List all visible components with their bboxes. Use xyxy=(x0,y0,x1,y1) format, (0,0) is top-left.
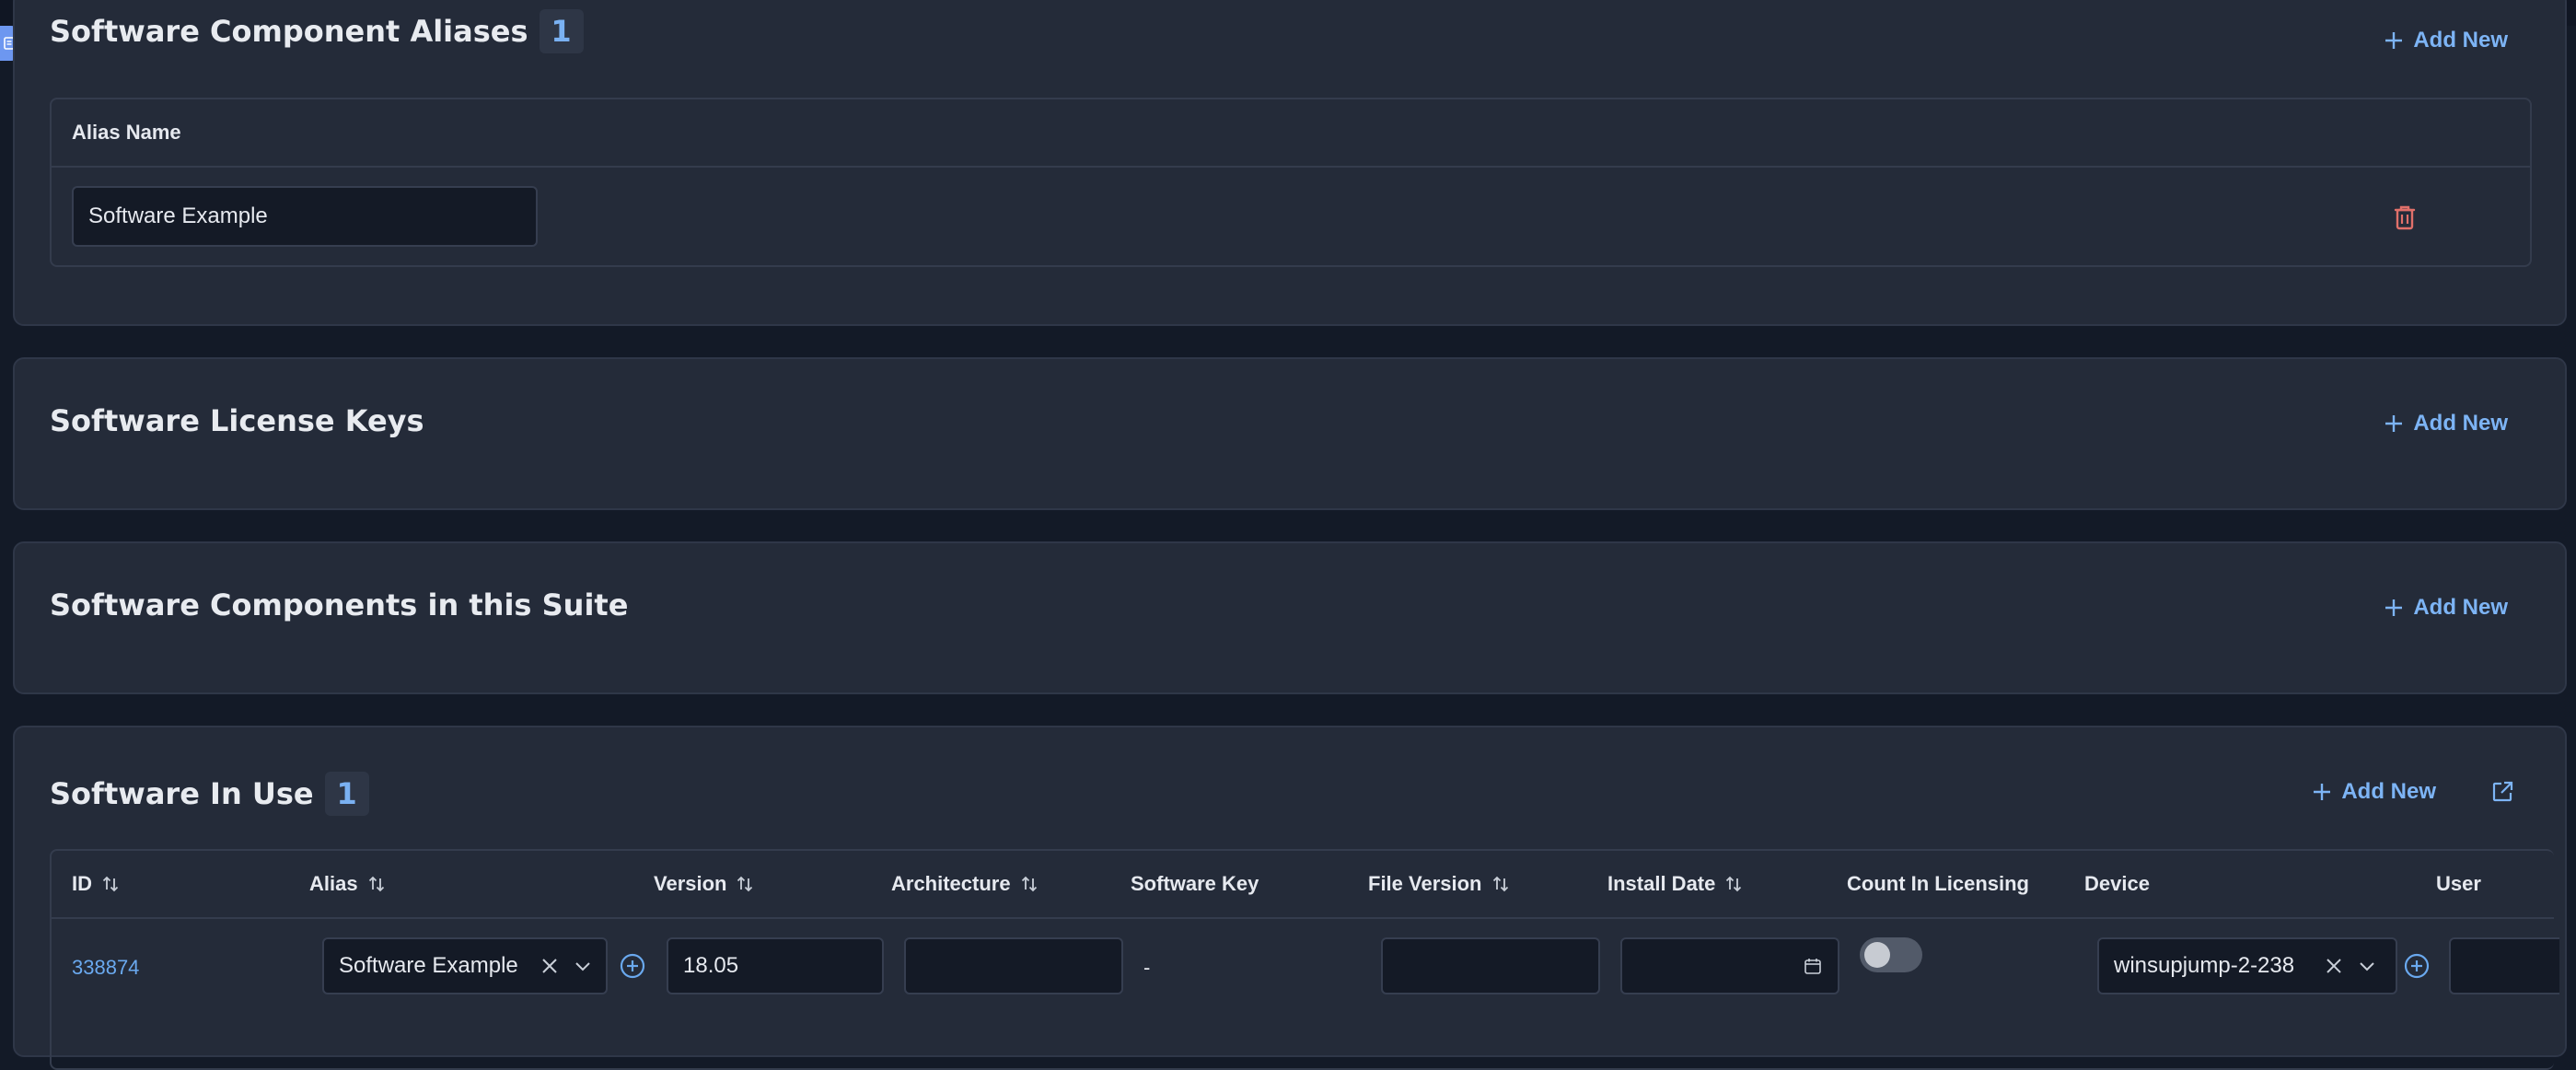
in-use-table-header: ID Alias Version Architecture Software K… xyxy=(52,851,2554,919)
plus-icon xyxy=(2385,32,2403,49)
aliases-title: Software Component Aliases xyxy=(50,14,528,49)
chevron-down-icon xyxy=(2360,962,2374,971)
column-user: User xyxy=(2436,872,2481,895)
alias-add-button[interactable] xyxy=(619,952,646,980)
device-add-button[interactable] xyxy=(2403,952,2431,980)
sort-icon xyxy=(737,876,753,892)
count-in-licensing-toggle[interactable] xyxy=(1860,937,1922,972)
chevron-down-icon xyxy=(575,962,590,971)
sort-icon xyxy=(1492,876,1508,892)
install-date-picker-button[interactable] xyxy=(1801,954,1825,978)
plus-icon xyxy=(2314,784,2331,800)
aliases-add-new-button[interactable]: Add New xyxy=(2384,28,2508,53)
column-alias-label: Alias xyxy=(309,872,358,895)
components-suite-panel: Software Components in this Suite Add Ne… xyxy=(13,541,2567,694)
calendar-icon xyxy=(1804,959,1821,974)
column-file-version[interactable]: File Version xyxy=(1368,851,1510,917)
sort-icon xyxy=(1021,876,1037,892)
file-version-input[interactable] xyxy=(1381,937,1600,994)
license-keys-title: Software License Keys xyxy=(50,403,424,438)
in-use-title-group: Software In Use 1 xyxy=(50,772,369,816)
aliases-count-badge: 1 xyxy=(539,9,584,53)
sort-icon xyxy=(368,876,384,892)
components-suite-add-new-label: Add New xyxy=(2413,595,2508,620)
column-version-label: Version xyxy=(654,872,727,895)
alias-name-input[interactable]: Software Example xyxy=(72,186,538,247)
alias-select-value: Software Example xyxy=(339,953,518,978)
close-icon xyxy=(542,959,557,973)
aliases-table: Alias Name Software Example xyxy=(50,98,2532,267)
in-use-add-new-button[interactable]: Add New xyxy=(2312,779,2436,805)
plus-icon xyxy=(2385,599,2403,616)
in-use-count-badge: 1 xyxy=(324,772,369,816)
plus-circle-icon xyxy=(2404,953,2430,979)
column-version[interactable]: Version xyxy=(654,851,754,917)
components-suite-title: Software Components in this Suite xyxy=(50,587,629,622)
user-input[interactable] xyxy=(2449,937,2559,994)
license-keys-add-new-label: Add New xyxy=(2413,411,2508,436)
aliases-panel: Software Component Aliases 1 Add New Ali… xyxy=(13,0,2567,326)
column-install-date-label: Install Date xyxy=(1607,872,1716,895)
column-architecture-label: Architecture xyxy=(891,872,1011,895)
alias-select[interactable]: Software Example xyxy=(322,937,608,994)
in-use-add-new-label: Add New xyxy=(2341,779,2436,804)
aliases-title-group: Software Component Aliases 1 xyxy=(50,9,584,53)
column-device: Device xyxy=(2084,872,2150,895)
toggle-knob xyxy=(1864,942,1890,968)
license-keys-panel: Software License Keys Add New xyxy=(13,357,2567,510)
close-icon xyxy=(2327,959,2341,973)
external-link-icon xyxy=(2492,781,2513,802)
aliases-table-header: Alias Name xyxy=(52,99,2530,168)
device-dropdown-button[interactable] xyxy=(2355,954,2379,978)
column-file-version-label: File Version xyxy=(1368,872,1482,895)
column-alias-name: Alias Name xyxy=(72,121,181,144)
column-id-label: ID xyxy=(72,872,92,895)
sort-icon xyxy=(102,876,119,892)
device-select[interactable]: winsupjump-2-238 xyxy=(2097,937,2397,994)
software-in-use-panel: Software In Use 1 Add New ID Alias Versi… xyxy=(13,726,2567,1070)
architecture-input[interactable] xyxy=(904,937,1123,994)
aliases-add-new-label: Add New xyxy=(2413,28,2508,52)
device-select-value: winsupjump-2-238 xyxy=(2114,953,2295,978)
column-count-in-licensing: Count In Licensing xyxy=(1847,872,2029,895)
in-use-table: ID Alias Version Architecture Software K… xyxy=(50,849,2559,1070)
trash-icon xyxy=(2394,205,2416,230)
column-install-date[interactable]: Install Date xyxy=(1607,851,1743,917)
delete-alias-button[interactable] xyxy=(2386,199,2423,236)
license-keys-add-new-button[interactable]: Add New xyxy=(2384,411,2508,436)
in-use-title: Software In Use xyxy=(50,776,314,811)
open-external-button[interactable] xyxy=(2488,777,2517,807)
column-architecture[interactable]: Architecture xyxy=(891,851,1039,917)
alias-clear-button[interactable] xyxy=(538,954,562,978)
sort-icon xyxy=(1726,876,1742,892)
alias-dropdown-button[interactable] xyxy=(571,954,595,978)
plus-circle-icon xyxy=(620,953,645,979)
column-id[interactable]: ID xyxy=(72,851,120,917)
version-input[interactable]: 18.05 xyxy=(667,937,884,994)
device-clear-button[interactable] xyxy=(2322,954,2346,978)
plus-icon xyxy=(2385,415,2403,432)
row-id-link[interactable]: 338874 xyxy=(72,956,139,980)
column-software-key: Software Key xyxy=(1131,872,1259,895)
components-suite-add-new-button[interactable]: Add New xyxy=(2384,595,2508,621)
software-key-value: - xyxy=(1143,956,1151,979)
column-alias[interactable]: Alias xyxy=(309,851,386,917)
